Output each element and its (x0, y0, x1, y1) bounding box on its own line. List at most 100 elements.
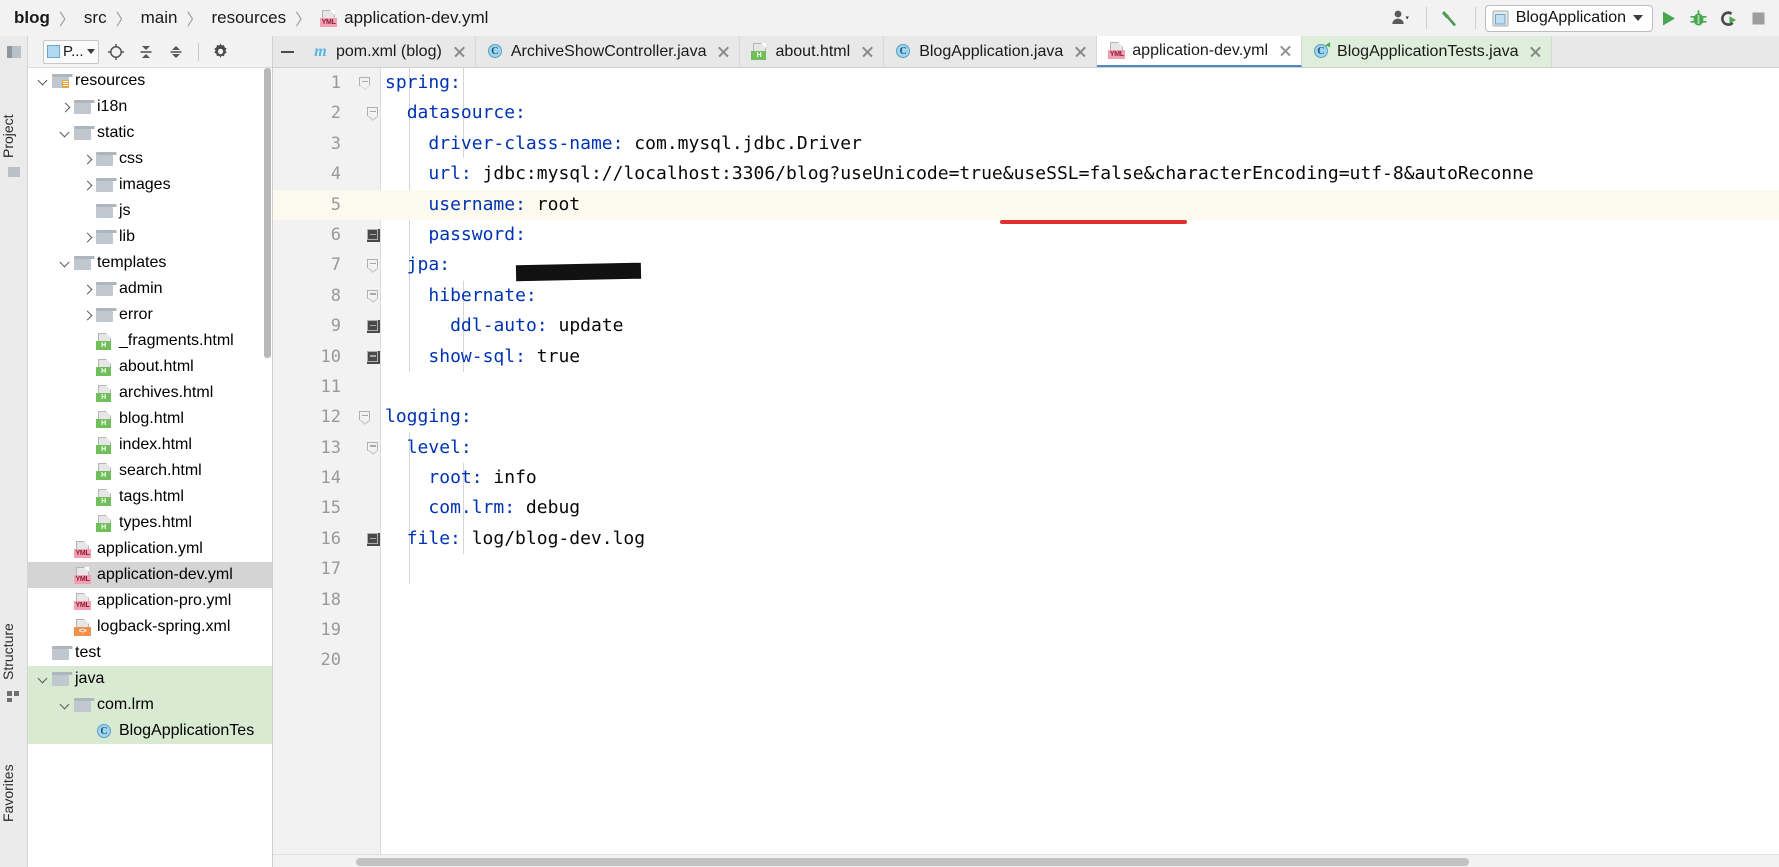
editor-tab-application-dev-yml[interactable]: YML application-dev.yml (1097, 36, 1303, 67)
code-line[interactable]: 16 file: log/blog-dev.log (273, 524, 1779, 554)
expand-all-button[interactable] (133, 40, 159, 64)
code-line[interactable]: 11 (273, 372, 1779, 402)
scrollbar-thumb[interactable] (356, 858, 1469, 866)
code-editor[interactable]: 1 spring: 2 datasource: 3 driver-class-name: … (273, 68, 1779, 867)
tree-item-search-html[interactable]: Hsearch.html (28, 458, 272, 484)
code-line[interactable]: 2 datasource: (273, 98, 1779, 128)
locate-file-button[interactable] (103, 40, 129, 64)
chevron-down-icon[interactable] (56, 129, 74, 138)
tree-item-js[interactable]: js (28, 198, 272, 224)
project-tree-scrollbar[interactable] (264, 68, 271, 358)
hide-tabs-button[interactable] (273, 36, 301, 67)
breadcrumb-item-project[interactable]: blog (14, 8, 50, 28)
tree-item-css[interactable]: css (28, 146, 272, 172)
chevron-right-icon[interactable] (56, 103, 74, 112)
tree-item-application-pro-yml[interactable]: YML application-pro.yml (28, 588, 272, 614)
code-fold-toggle-icon[interactable] (359, 411, 372, 425)
project-tree[interactable]: resources i18n static css images js lib templat… (28, 68, 272, 867)
debug-button[interactable] (1683, 3, 1713, 33)
chevron-down-icon[interactable] (34, 675, 52, 684)
tool-button-project[interactable]: Project (0, 68, 28, 158)
chevron-right-icon[interactable] (78, 233, 96, 242)
code-line[interactable]: 18 (273, 585, 1779, 615)
stop-button[interactable] (1743, 3, 1773, 33)
code-fold-toggle-icon[interactable] (367, 350, 380, 364)
tree-item-i18n[interactable]: i18n (28, 94, 272, 120)
code-line[interactable]: 9 ddl-auto: update (273, 311, 1779, 341)
tree-item-application-dev-yml[interactable]: YML application-dev.yml (28, 562, 272, 588)
breadcrumb-item-resources[interactable]: resources (211, 8, 286, 28)
chevron-down-icon[interactable] (56, 259, 74, 268)
code-fold-toggle-icon[interactable] (367, 107, 380, 121)
tree-item-logback-spring-xml[interactable]: <> logback-spring.xml (28, 614, 272, 640)
tree-item-application-yml[interactable]: YML application.yml (28, 536, 272, 562)
code-line[interactable]: 5 username: root (273, 189, 1779, 220)
tool-button-structure[interactable]: Structure (0, 570, 28, 680)
code-line[interactable]: 7 jpa: (273, 250, 1779, 280)
tree-item-error[interactable]: error (28, 302, 272, 328)
run-configuration-selector[interactable]: BlogApplication (1484, 4, 1653, 32)
tree-item-static[interactable]: static (28, 120, 272, 146)
close-icon[interactable] (1279, 44, 1292, 57)
tree-item-java[interactable]: java (28, 666, 272, 692)
tree-item-resources[interactable]: resources (28, 68, 272, 94)
editor-tab-about-html[interactable]: Habout.html (740, 36, 885, 67)
code-line[interactable]: 13 level: (273, 433, 1779, 463)
tree-item-tags-html[interactable]: Htags.html (28, 484, 272, 510)
tree-item-types-html[interactable]: Htypes.html (28, 510, 272, 536)
close-icon[interactable] (1074, 45, 1087, 58)
close-icon[interactable] (1529, 45, 1542, 58)
code-line[interactable]: 19 (273, 615, 1779, 645)
editor-tab-blogapplicationtests-java[interactable]: C BlogApplicationTests.java (1302, 36, 1553, 67)
chevron-right-icon[interactable] (78, 181, 96, 190)
tree-item-blogapplicationtes[interactable]: C BlogApplicationTes (28, 718, 272, 744)
code-fold-toggle-icon[interactable] (367, 320, 380, 334)
code-fold-toggle-icon[interactable] (367, 228, 380, 242)
code-line[interactable]: 15 com.lrm: debug (273, 493, 1779, 523)
tree-item-archives-html[interactable]: Harchives.html (28, 380, 272, 406)
run-with-coverage-button[interactable] (1713, 3, 1743, 33)
code-line[interactable]: 4 url: jdbc:mysql://localhost:3306/blog?u… (273, 159, 1779, 189)
code-line[interactable]: 3 driver-class-name: com.mysql.jdbc.Drive… (273, 129, 1779, 159)
code-lines[interactable]: 1 spring: 2 datasource: 3 driver-class-name: … (273, 68, 1779, 867)
code-line[interactable]: 1 spring: (273, 68, 1779, 98)
tree-item-blog-html[interactable]: Hblog.html (28, 406, 272, 432)
tree-item-about-html[interactable]: Habout.html (28, 354, 272, 380)
close-icon[interactable] (717, 45, 730, 58)
code-line[interactable]: 17 (273, 554, 1779, 584)
breadcrumb-item-file[interactable]: YML application-dev.yml (320, 8, 488, 28)
close-icon[interactable] (453, 45, 466, 58)
chevron-down-icon[interactable] (34, 77, 52, 86)
user-account-button[interactable] (1387, 3, 1417, 33)
code-line[interactable]: 10 show-sql: true (273, 342, 1779, 372)
code-line[interactable]: 12 logging: (273, 402, 1779, 432)
tree-item-lib[interactable]: lib (28, 224, 272, 250)
run-button[interactable] (1653, 3, 1683, 33)
tree-item-fragments-html[interactable]: H _fragments.html (28, 328, 272, 354)
chevron-right-icon[interactable] (78, 155, 96, 164)
code-fold-toggle-icon[interactable] (359, 77, 372, 91)
project-view-selector[interactable]: P... (43, 39, 99, 64)
editor-tab-blogapplication-java[interactable]: C BlogApplication.java (884, 36, 1098, 67)
code-fold-toggle-icon[interactable] (367, 441, 380, 455)
tree-item-templates[interactable]: templates (28, 250, 272, 276)
tree-item-images[interactable]: images (28, 172, 272, 198)
code-fold-toggle-icon[interactable] (367, 289, 380, 304)
close-icon[interactable] (861, 45, 874, 58)
code-line[interactable]: 14 root: info (273, 463, 1779, 493)
settings-button[interactable] (208, 40, 234, 64)
tree-item-test[interactable]: test (28, 640, 272, 666)
code-fold-toggle-icon[interactable] (367, 532, 380, 546)
code-fold-toggle-icon[interactable] (367, 259, 380, 273)
tool-button-favorites[interactable]: Favorites (0, 710, 28, 822)
tree-item-admin[interactable]: admin (28, 276, 272, 302)
code-line[interactable]: 6 password: (273, 220, 1779, 250)
collapse-all-button[interactable] (163, 40, 189, 64)
tree-item-index-html[interactable]: Hindex.html (28, 432, 272, 458)
editor-tab-archiveshowcontroller-java[interactable]: C ArchiveShowController.java (475, 36, 741, 67)
editor-tab-pom-xml-blog[interactable]: m pom.xml (blog) (301, 36, 476, 67)
chevron-right-icon[interactable] (78, 311, 96, 320)
tree-item-com-lrm[interactable]: com.lrm (28, 692, 272, 718)
editor-horizontal-scrollbar[interactable] (273, 854, 1779, 867)
breadcrumb-item-main[interactable]: main (141, 8, 178, 28)
